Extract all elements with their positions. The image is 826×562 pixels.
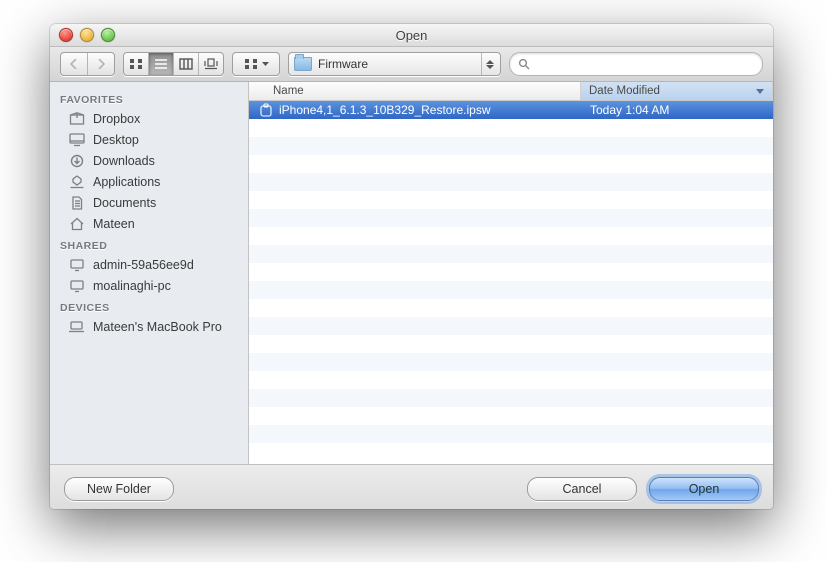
folder-label: Firmware bbox=[318, 57, 368, 71]
search-icon bbox=[518, 58, 530, 70]
chevron-right-icon bbox=[97, 59, 105, 69]
back-button[interactable] bbox=[61, 53, 88, 75]
empty-row bbox=[249, 353, 773, 371]
window-title: Open bbox=[50, 28, 773, 43]
empty-row bbox=[249, 299, 773, 317]
sidebar: FAVORITES Dropbox Desktop Downloads Applicat… bbox=[50, 82, 249, 464]
zoom-icon[interactable] bbox=[101, 28, 115, 42]
download-icon bbox=[68, 153, 85, 168]
search-field[interactable] bbox=[509, 52, 763, 76]
box-icon bbox=[68, 111, 85, 126]
file-name-cell: iPhone4,1_6.1.3_10B329_Restore.ipsw bbox=[249, 103, 582, 117]
file-row[interactable]: iPhone4,1_6.1.3_10B329_Restore.ipsw Today… bbox=[249, 101, 773, 119]
sidebar-item-applications[interactable]: Applications bbox=[50, 171, 248, 192]
arrange-icon bbox=[244, 58, 258, 70]
sidebar-item-label: moalinaghi-pc bbox=[93, 279, 171, 293]
file-date-cell: Today 1:04 AM bbox=[582, 103, 773, 117]
dialog-body: FAVORITES Dropbox Desktop Downloads Applicat… bbox=[50, 82, 773, 464]
display-icon bbox=[68, 278, 85, 293]
sort-desc-icon bbox=[756, 89, 764, 94]
file-browser: Name Date Modified iPhone4,1_6.1.3_10B32… bbox=[249, 82, 773, 464]
empty-row bbox=[249, 371, 773, 389]
empty-row bbox=[249, 281, 773, 299]
list-icon bbox=[154, 58, 168, 70]
sidebar-item-label: admin-59a56ee9d bbox=[93, 258, 194, 272]
sidebar-item-label: Dropbox bbox=[93, 112, 140, 126]
sidebar-item-admin-59a56ee9d[interactable]: admin-59a56ee9d bbox=[50, 254, 248, 275]
titlebar: Open bbox=[50, 24, 773, 47]
sidebar-item-label: Documents bbox=[93, 196, 156, 210]
empty-row bbox=[249, 263, 773, 281]
view-coverflow-button[interactable] bbox=[199, 53, 223, 75]
empty-row bbox=[249, 209, 773, 227]
toolbar: Firmware bbox=[50, 47, 773, 82]
chevron-left-icon bbox=[70, 59, 78, 69]
sidebar-item-label: Downloads bbox=[93, 154, 155, 168]
cancel-button[interactable]: Cancel bbox=[527, 477, 637, 501]
sidebar-item-desktop[interactable]: Desktop bbox=[50, 129, 248, 150]
open-dialog: Open bbox=[50, 24, 773, 509]
col-date-label: Date Modified bbox=[589, 85, 660, 97]
empty-row bbox=[249, 335, 773, 353]
laptop-icon bbox=[68, 319, 85, 334]
folder-path-dropdown[interactable]: Firmware bbox=[288, 52, 501, 76]
desktop-icon bbox=[68, 132, 85, 147]
sidebar-item-label: Mateen's MacBook Pro bbox=[93, 320, 222, 334]
grid-icon bbox=[129, 58, 143, 70]
display-icon bbox=[68, 257, 85, 272]
doc-icon bbox=[68, 195, 85, 210]
sidebar-item-mateen-s-macbook-pro[interactable]: Mateen's MacBook Pro bbox=[50, 316, 248, 337]
sidebar-section-header: SHARED bbox=[50, 234, 248, 254]
col-date-modified[interactable]: Date Modified bbox=[581, 82, 773, 100]
empty-row bbox=[249, 155, 773, 173]
file-rows: iPhone4,1_6.1.3_10B329_Restore.ipsw Today… bbox=[249, 101, 773, 464]
sidebar-item-label: Mateen bbox=[93, 217, 135, 231]
sidebar-item-mateen[interactable]: Mateen bbox=[50, 213, 248, 234]
open-button[interactable]: Open bbox=[649, 477, 759, 501]
empty-row bbox=[249, 227, 773, 245]
sidebar-item-moalinaghi-pc[interactable]: moalinaghi-pc bbox=[50, 275, 248, 296]
empty-row bbox=[249, 245, 773, 263]
nav-back-forward bbox=[60, 52, 115, 76]
sidebar-section-header: DEVICES bbox=[50, 296, 248, 316]
close-icon[interactable] bbox=[59, 28, 73, 42]
chevron-down-icon bbox=[262, 62, 269, 67]
file-header: Name Date Modified bbox=[249, 82, 773, 101]
view-columns-button[interactable] bbox=[174, 53, 199, 75]
empty-row bbox=[249, 191, 773, 209]
view-icons-button[interactable] bbox=[124, 53, 149, 75]
traffic-lights bbox=[59, 28, 115, 42]
empty-row bbox=[249, 317, 773, 335]
minimize-icon[interactable] bbox=[80, 28, 94, 42]
empty-row bbox=[249, 119, 773, 137]
empty-row bbox=[249, 137, 773, 155]
sidebar-item-label: Applications bbox=[93, 175, 160, 189]
new-folder-button[interactable]: New Folder bbox=[64, 477, 174, 501]
empty-row bbox=[249, 389, 773, 407]
file-name: iPhone4,1_6.1.3_10B329_Restore.ipsw bbox=[279, 103, 491, 117]
view-mode-segment bbox=[123, 52, 224, 76]
apps-icon bbox=[68, 174, 85, 189]
columns-icon bbox=[179, 58, 193, 70]
folder-icon bbox=[294, 57, 312, 71]
view-list-button[interactable] bbox=[149, 53, 174, 75]
sidebar-item-label: Desktop bbox=[93, 133, 139, 147]
empty-row bbox=[249, 443, 773, 461]
sidebar-item-documents[interactable]: Documents bbox=[50, 192, 248, 213]
coverflow-icon bbox=[203, 58, 219, 70]
col-name[interactable]: Name bbox=[249, 82, 581, 100]
search-input[interactable] bbox=[536, 56, 754, 72]
empty-row bbox=[249, 425, 773, 443]
sidebar-item-dropbox[interactable]: Dropbox bbox=[50, 108, 248, 129]
forward-button[interactable] bbox=[88, 53, 114, 75]
sidebar-item-downloads[interactable]: Downloads bbox=[50, 150, 248, 171]
arrange-button[interactable] bbox=[232, 52, 280, 76]
dialog-footer: New Folder Cancel Open bbox=[50, 464, 773, 509]
empty-row bbox=[249, 173, 773, 191]
updown-icon bbox=[481, 53, 497, 75]
sidebar-section-header: FAVORITES bbox=[50, 88, 248, 108]
home-icon bbox=[68, 216, 85, 231]
empty-row bbox=[249, 407, 773, 425]
ipsw-file-icon bbox=[259, 103, 273, 117]
